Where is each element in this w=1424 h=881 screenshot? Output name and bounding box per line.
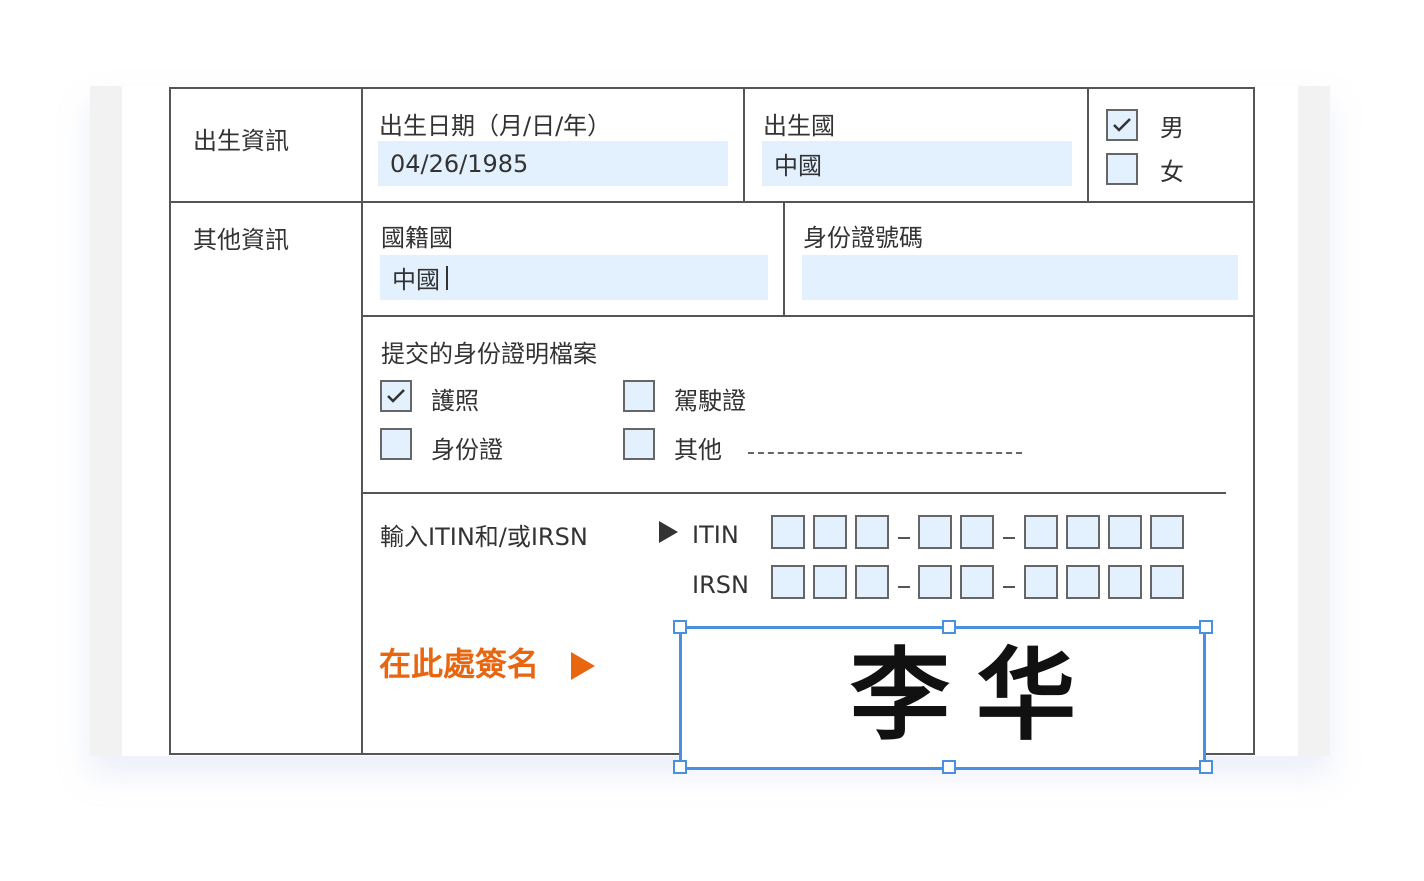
column-divider-label [361, 87, 363, 755]
play-arrow-icon [659, 521, 678, 543]
resize-handle-top-left[interactable] [673, 620, 687, 634]
doc-license-label: 駕駛證 [674, 387, 746, 415]
check-icon [1113, 118, 1131, 132]
nationality-label: 國籍國 [381, 224, 453, 252]
text-cursor [446, 265, 448, 290]
irsn-separator [1003, 586, 1015, 588]
resize-handle-top-right[interactable] [1199, 620, 1213, 634]
irsn-label: IRSN [692, 571, 749, 599]
dob-input[interactable]: 04/26/1985 [378, 141, 728, 186]
doc-other-checkbox[interactable] [623, 428, 655, 460]
gender-female-checkbox[interactable] [1106, 153, 1138, 185]
itin-digit-box[interactable] [918, 515, 952, 549]
itin-label: ITIN [692, 521, 739, 549]
itin-digit-box[interactable] [813, 515, 847, 549]
doc-idcard-label: 身份證 [431, 436, 503, 464]
divider-nationality-id [783, 201, 785, 315]
doc-idcard-checkbox[interactable] [380, 428, 412, 460]
irsn-digit-box[interactable] [1108, 565, 1142, 599]
birth-section-label: 出生資訊 [193, 127, 289, 155]
row-divider-birth [169, 201, 1255, 203]
table-border-top [169, 87, 1255, 89]
irsn-digit-box[interactable] [855, 565, 889, 599]
itin-digit-box[interactable] [855, 515, 889, 549]
dob-label: 出生日期（月/日/年） [379, 112, 612, 140]
gender-male-checkbox[interactable] [1106, 109, 1138, 141]
itin-digit-box[interactable] [1024, 515, 1058, 549]
doc-passport-label: 護照 [431, 387, 479, 415]
row-divider-ids [361, 315, 1255, 317]
resize-handle-bottom-left[interactable] [673, 760, 687, 774]
table-border-left [169, 87, 171, 755]
irsn-digit-box[interactable] [918, 565, 952, 599]
sign-here-label: 在此處簽名 [379, 645, 540, 683]
irsn-digit-box[interactable] [813, 565, 847, 599]
itin-digit-box[interactable] [960, 515, 994, 549]
gender-male-label: 男 [1160, 114, 1184, 142]
doc-other-write-line[interactable] [748, 452, 1022, 454]
itin-digit-box[interactable] [1066, 515, 1100, 549]
signature-text: 李华 [850, 636, 1102, 754]
documents-label: 提交的身份證明檔案 [381, 340, 597, 368]
nationality-input[interactable]: 中國 [380, 255, 768, 300]
nationality-value: 中國 [392, 266, 440, 294]
divider-dob-country [743, 87, 745, 201]
itin-digit-box[interactable] [1150, 515, 1184, 549]
resize-handle-bottom[interactable] [942, 760, 956, 774]
itin-separator [1003, 537, 1015, 539]
check-icon [387, 389, 405, 403]
doc-passport-checkbox[interactable] [380, 380, 412, 412]
id-number-label: 身份證號碼 [803, 224, 923, 252]
birth-country-input[interactable]: 中國 [762, 141, 1072, 186]
itin-digit-box[interactable] [1108, 515, 1142, 549]
doc-license-checkbox[interactable] [623, 380, 655, 412]
birth-country-label: 出生國 [763, 112, 835, 140]
resize-handle-top[interactable] [942, 620, 956, 634]
divider-country-gender [1087, 87, 1089, 201]
sign-arrow-icon [571, 652, 595, 680]
doc-other-label: 其他 [674, 436, 722, 464]
itin-irsn-label: 輸入ITIN和/或IRSN [380, 523, 588, 551]
irsn-digit-box[interactable] [771, 565, 805, 599]
row-divider-documents [361, 492, 1226, 494]
resize-handle-bottom-right[interactable] [1199, 760, 1213, 774]
table-border-right [1253, 87, 1255, 755]
itin-separator [898, 537, 910, 539]
irsn-digit-box[interactable] [1024, 565, 1058, 599]
irsn-separator [898, 586, 910, 588]
irsn-digit-box[interactable] [960, 565, 994, 599]
gender-female-label: 女 [1160, 158, 1184, 186]
other-section-label: 其他資訊 [193, 226, 289, 254]
irsn-digit-box[interactable] [1066, 565, 1100, 599]
itin-digit-box[interactable] [771, 515, 805, 549]
irsn-digit-box[interactable] [1150, 565, 1184, 599]
id-number-input[interactable] [802, 255, 1238, 300]
